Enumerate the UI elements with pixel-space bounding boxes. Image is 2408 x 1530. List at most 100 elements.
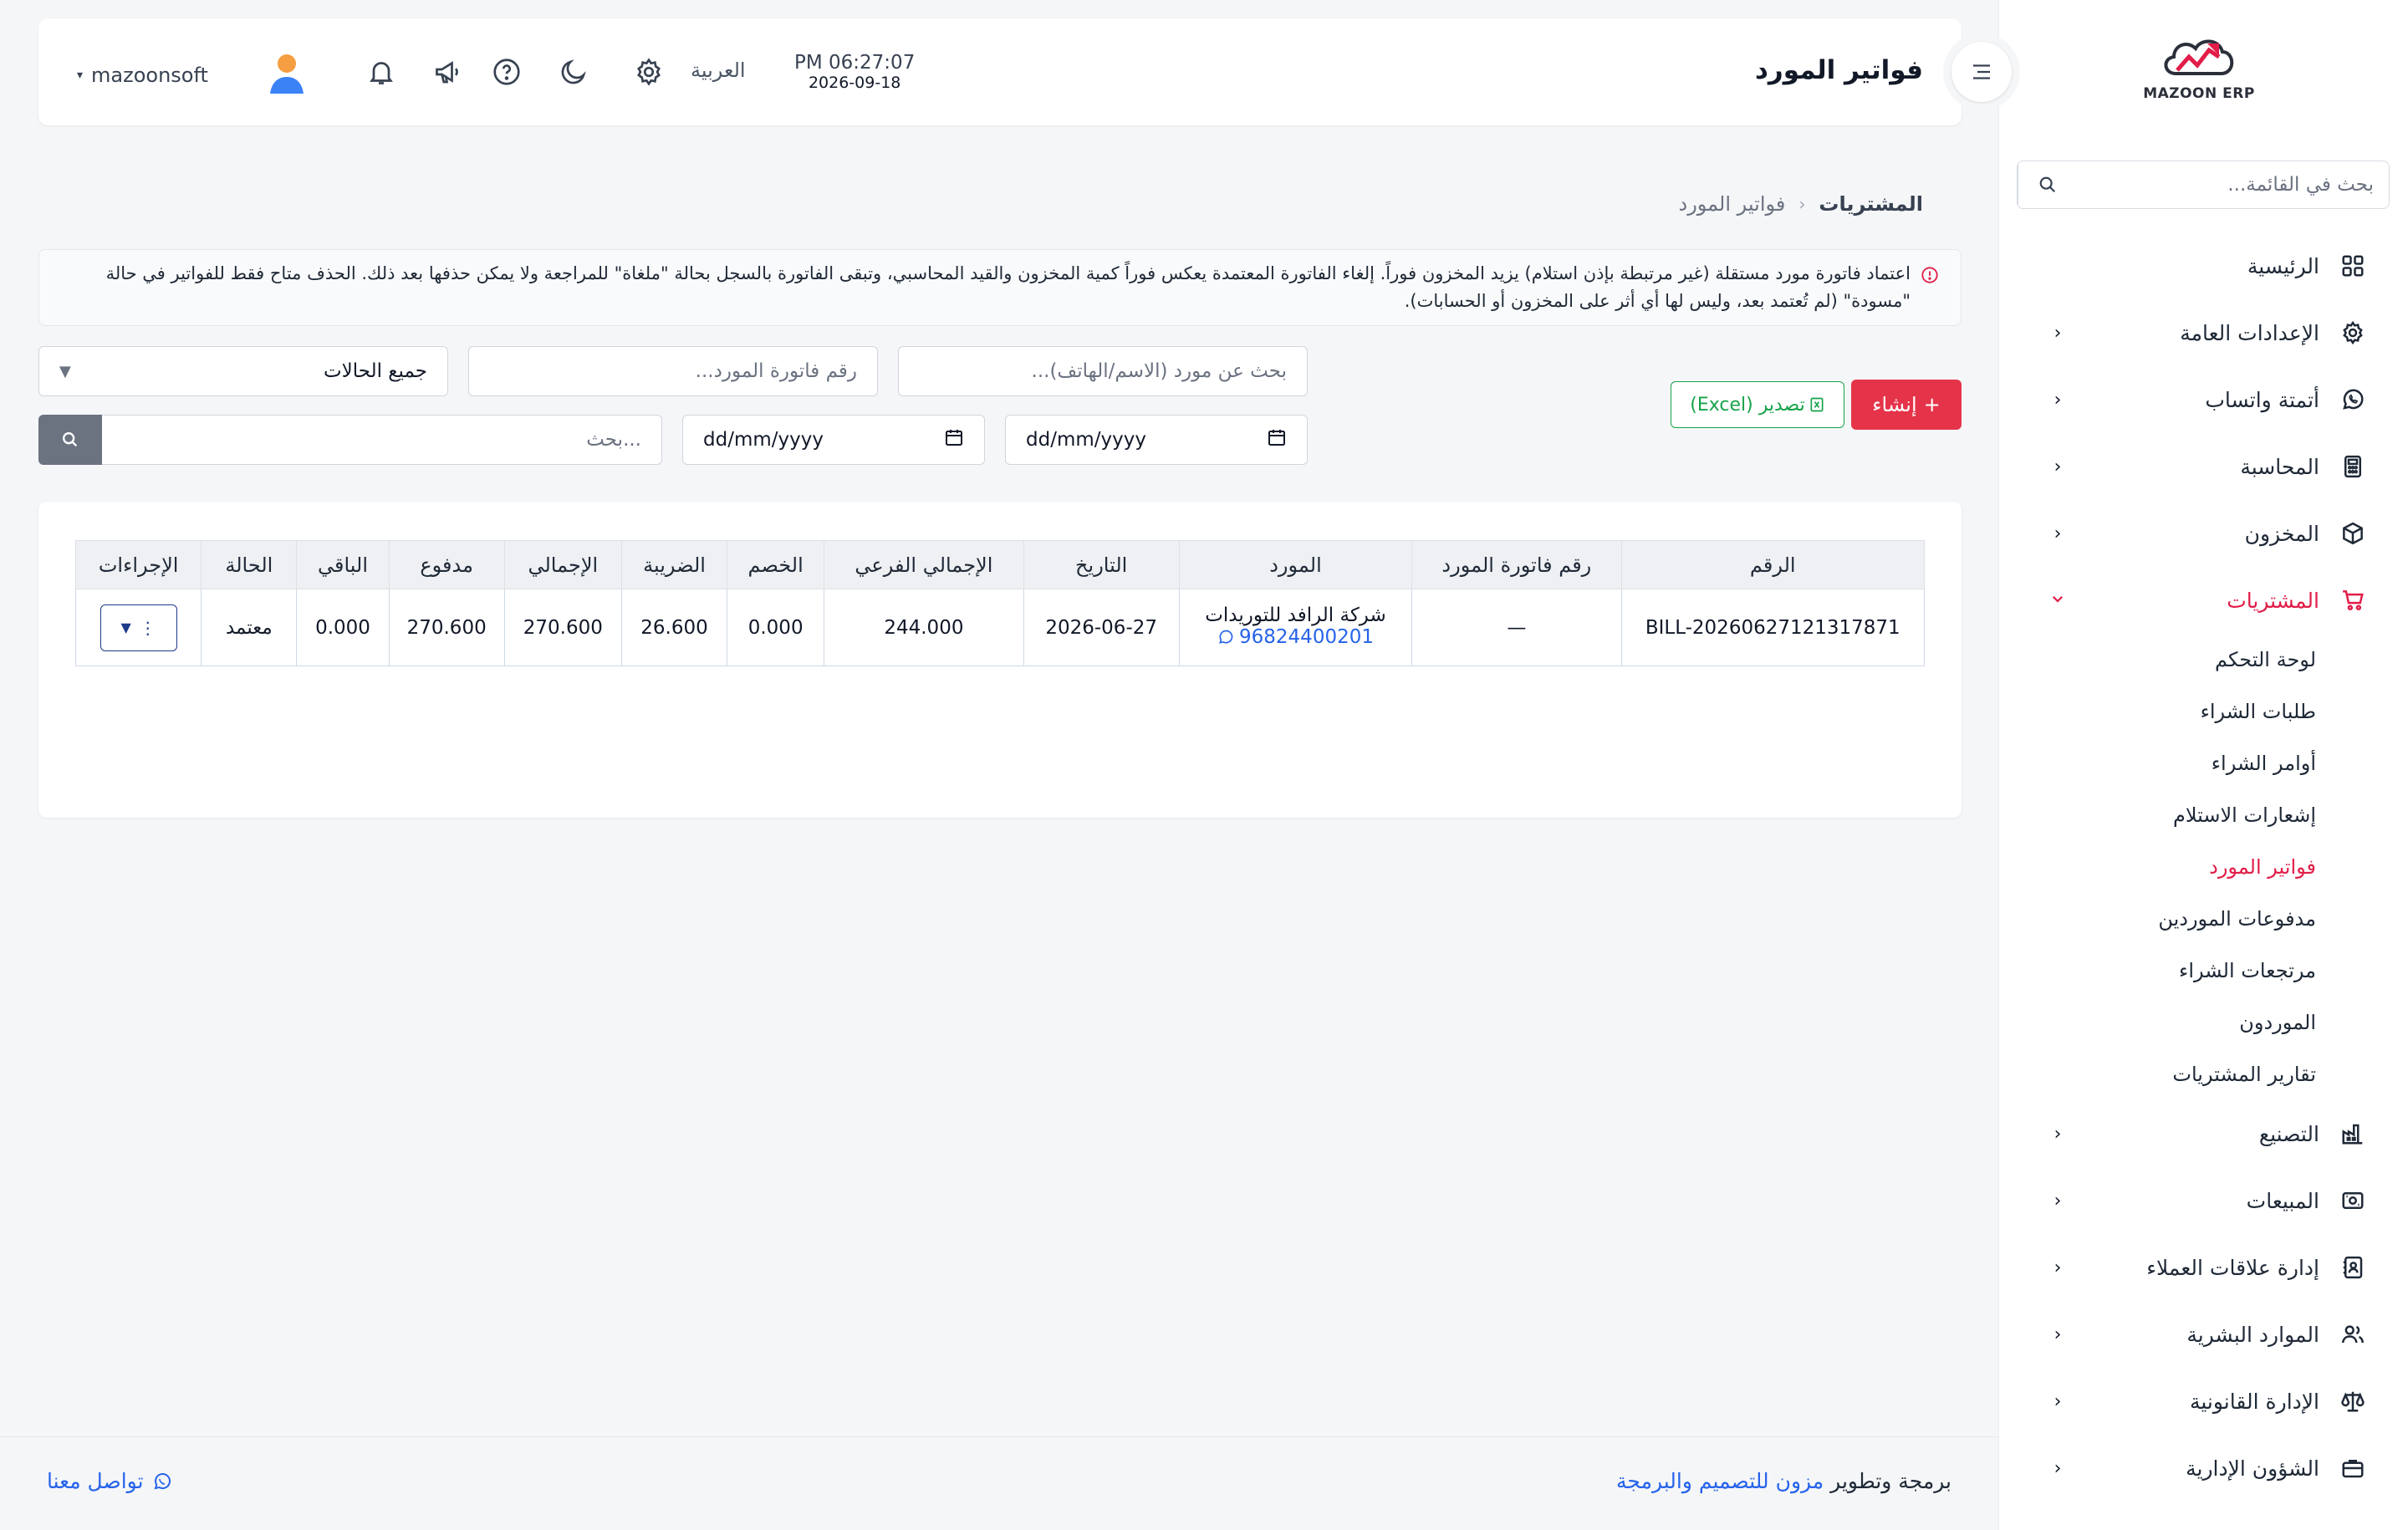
sidebar-item-accounting[interactable]: المحاسبة ‹ [1998,433,2408,500]
more-vertical-icon: ⋮ [139,617,156,638]
submenu-supplier-payments[interactable]: مدفوعات الموردين [1998,893,2316,945]
clock-date: 2026-09-18 [808,74,901,92]
sidebar-item-sales[interactable]: المبيعات ‹ [1998,1167,2408,1234]
clock: PM 06:27:07 2026-09-18 [794,52,915,92]
col-paid[interactable]: مدفوع [388,540,505,589]
sidebar-item-label: المخزون [2244,521,2319,546]
sidebar-item-crm[interactable]: إدارة علاقات العملاء ‹ [1998,1234,2408,1301]
search-icon[interactable] [2018,161,2076,208]
table-search-input[interactable]: بحث... [102,415,662,465]
users-icon [2338,1319,2368,1349]
submenu-receipt-notes[interactable]: إشعارات الاستلام [1998,789,2316,841]
grid-icon [2338,251,2368,281]
sidebar-item-purchases[interactable]: المشتريات [1998,567,2408,634]
col-discount[interactable]: الخصم [727,540,825,589]
logo-cloud-icon [2164,39,2234,75]
cell-total: 270.600 [503,589,622,666]
row-actions-dropdown-button[interactable]: ▼ ⋮ [99,604,177,651]
date-from-input[interactable]: dd/mm/yyyy [1005,415,1308,465]
submenu-purchase-requests[interactable]: طلبات الشراء [1998,686,2316,737]
chevron-left-icon: ‹ [2053,389,2062,411]
excel-icon [1809,396,1825,413]
cell-tax: 26.600 [620,589,728,666]
submenu-purchase-orders[interactable]: أوامر الشراء [1998,737,2316,789]
sidebar-item-inventory[interactable]: المخزون ‹ [1998,500,2408,567]
search-icon [63,432,78,447]
language-switch[interactable]: العربية [691,59,746,82]
sidebar-item-admin-affairs[interactable]: الشؤون الإدارية ‹ [1998,1435,2408,1502]
logo-text: MAZOON ERP [2143,85,2255,102]
chevron-left-icon: ‹ [2053,1323,2062,1345]
calendar-icon[interactable] [1267,427,1287,452]
page-title: فواتير المورد [1755,55,1923,85]
cell-status: معتمد [201,589,298,666]
col-tax[interactable]: الضريبة [620,540,728,589]
col-date[interactable]: التاريخ [1023,540,1180,589]
breadcrumb: المشتريات ‹ فواتير المورد [1679,192,1924,216]
scale-icon [2338,1386,2368,1416]
table-search: بحث... [38,415,662,465]
whatsapp-icon [154,1472,171,1489]
sidebar-item-label: المشتريات [2227,588,2319,613]
supplier-phone-link[interactable]: 96824400201 [1217,626,1374,648]
sidebar-item-label: إدارة علاقات العملاء [2146,1255,2319,1280]
submenu-suppliers[interactable]: الموردون [1998,997,2316,1048]
alert-text: اعتماد فاتورة مورد مستقلة (غير مرتبطة بإ… [105,263,1911,311]
sidebar-item-manufacturing[interactable]: التصنيع ‹ [1998,1100,2408,1167]
moon-icon[interactable] [555,54,592,90]
whatsapp-icon [1219,630,1233,644]
sidebar-item-home[interactable]: الرئيسية [1998,232,2408,299]
col-supplier-invoice-no[interactable]: رقم فاتورة المورد [1411,540,1622,589]
sidebar-item-hr[interactable]: الموارد البشرية ‹ [1998,1301,2408,1368]
bell-icon[interactable] [363,54,400,90]
submenu-dashboard[interactable]: لوحة التحكم [1998,634,2316,686]
col-actions: الإجراءات [74,540,202,589]
submenu-purchase-returns[interactable]: مرتجعات الشراء [1998,945,2316,997]
supplier-search-input[interactable]: بحث عن مورد (الاسم/الهاتف)... [898,346,1308,396]
chevron-left-icon: ‹ [2053,1457,2062,1479]
sidebar-toggle-button[interactable] [1943,33,2020,110]
cell-discount: 0.000 [727,589,825,666]
footer-credit: برمجة وتطوير مزون للتصميم والبرمجة [1616,1469,1951,1493]
sidebar-item-label: الشؤون الإدارية [2186,1456,2319,1481]
create-button[interactable]: + إنشاء [1851,380,1962,430]
cell-actions: ▼ ⋮ [74,589,202,666]
footer-company-link[interactable]: مزون للتصميم والبرمجة [1616,1469,1824,1493]
submenu-purchase-reports[interactable]: تقارير المشتريات [1998,1048,2316,1100]
user-menu[interactable]: ▾ mazoonsoft [77,52,307,99]
sidebar-search-input[interactable] [2076,161,2389,208]
col-remaining[interactable]: الباقي [296,540,390,589]
help-icon[interactable] [488,54,525,90]
calendar-icon[interactable] [944,427,964,452]
col-number[interactable]: الرقم [1620,540,1926,589]
chevron-left-icon: ‹ [2053,1190,2062,1211]
search-button[interactable] [38,415,102,465]
plus-icon: + [1923,393,1941,416]
export-excel-button[interactable]: تصدير (Excel) [1671,381,1844,428]
sidebar-item-whatsapp[interactable]: أتمتة واتساب ‹ [1998,366,2408,433]
col-status[interactable]: الحالة [201,540,298,589]
sidebar-item-legal[interactable]: الإدارة القانونية ‹ [1998,1368,2408,1435]
invoices-table: الرقم رقم فاتورة المورد المورد التاريخ ا… [74,540,1926,666]
sidebar-item-general-settings[interactable]: الإعدادات العامة ‹ [1998,299,2408,366]
breadcrumb-current: فواتير المورد [1678,192,1786,216]
supplier-invoice-number-input[interactable]: رقم فاتورة المورد... [468,346,878,396]
top-bar: فواتير المورد PM 06:27:07 2026-09-18 الع… [38,18,2020,125]
col-supplier[interactable]: المورد [1178,540,1413,589]
sidebar-item-label: المبيعات [2246,1188,2319,1213]
logo[interactable]: MAZOON ERP [2140,32,2258,115]
gear-icon [2338,318,2368,348]
chevron-left-icon: ‹ [2053,1123,2062,1145]
col-total[interactable]: الإجمالي [503,540,622,589]
date-to-input[interactable]: dd/mm/yyyy [682,415,985,465]
settings-gear-icon[interactable] [630,54,667,90]
megaphone-icon[interactable] [430,54,467,90]
status-select[interactable]: جميع الحالات ▼ [38,346,448,396]
breadcrumb-parent[interactable]: المشتريات [1819,192,1923,216]
col-subtotal[interactable]: الإجمالي الفرعي [824,540,1024,589]
table-row[interactable]: BILL-20260627121317871 — شركة الرافد للت… [74,589,1926,666]
sidebar-search[interactable] [2017,161,2390,209]
caret-down-icon: ▼ [59,362,71,380]
contact-us-link[interactable]: تواصل معنا [47,1469,172,1493]
submenu-supplier-invoices[interactable]: فواتير المورد [1998,841,2316,893]
